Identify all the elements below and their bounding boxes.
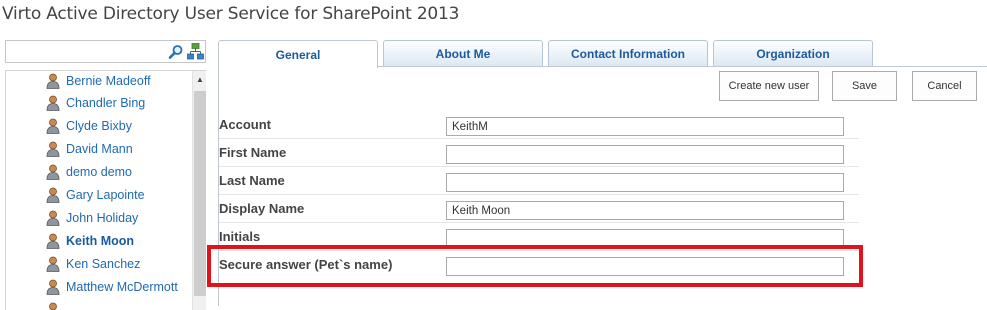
user-list-item-selected[interactable]: Keith Moon [46, 231, 134, 251]
form-row-account: Account [219, 111, 859, 139]
form-row-secure-answer: Secure answer (Pet`s name) [219, 251, 859, 279]
user-list-scrollbar[interactable]: ▲ [192, 71, 206, 310]
user-icon [46, 141, 60, 157]
form-row-first-name: First Name [219, 139, 859, 167]
page-title: Virto Active Directory User Service for … [2, 4, 460, 24]
user-icon [46, 187, 60, 203]
user-icon [46, 279, 60, 295]
user-icon [46, 233, 60, 249]
tab-label: General [275, 47, 321, 62]
user-name: Matthew McDermott [66, 280, 178, 294]
user-list-item[interactable]: Gary Lapointe [46, 185, 145, 205]
user-icon [46, 73, 60, 89]
secure-answer-label: Secure answer (Pet`s name) [219, 257, 393, 272]
scroll-thumb[interactable] [194, 91, 206, 296]
user-list-item[interactable]: Matthew McDermott [46, 277, 178, 297]
tab-organization[interactable]: Organization [713, 40, 873, 67]
user-list-item[interactable]: Clyde Bixby [46, 116, 132, 136]
user-list-item[interactable] [46, 300, 66, 310]
form-row-initials: Initials [219, 223, 859, 251]
form-row-display-name: Display Name [219, 195, 859, 223]
search-input[interactable] [6, 41, 156, 62]
display-name-field[interactable] [446, 201, 844, 220]
user-name: Gary Lapointe [66, 188, 145, 202]
user-list-item[interactable]: demo demo [46, 162, 132, 182]
save-button[interactable]: Save [832, 71, 897, 101]
user-name: John Holiday [66, 211, 139, 225]
search-icon[interactable] [168, 44, 184, 60]
first-name-label: First Name [219, 145, 287, 160]
user-icon [46, 210, 60, 226]
tab-general[interactable]: General [218, 40, 378, 68]
initials-field[interactable] [446, 229, 844, 248]
user-list-item[interactable]: David Mann [46, 139, 133, 159]
user-list: Bernie Madeoff Chandler Bing Clyde Bixby… [5, 70, 206, 310]
tab-about-me[interactable]: About Me [383, 40, 543, 67]
user-name: Clyde Bixby [66, 119, 132, 133]
last-name-label: Last Name [219, 173, 285, 188]
first-name-field[interactable] [446, 145, 844, 164]
user-name: Keith Moon [66, 234, 135, 248]
initials-label: Initials [219, 229, 261, 244]
user-list-item[interactable]: Bernie Madeoff [46, 71, 151, 91]
org-tree-icon[interactable] [187, 43, 204, 60]
form-row-last-name: Last Name [219, 167, 859, 195]
cancel-button[interactable]: Cancel [912, 71, 977, 101]
create-new-user-button[interactable]: Create new user [719, 71, 819, 101]
account-label: Account [219, 117, 271, 132]
user-icon [46, 118, 60, 134]
user-list-item[interactable]: John Holiday [46, 208, 138, 228]
tab-label: Contact Information [571, 47, 685, 61]
search-box [5, 40, 206, 63]
user-icon [46, 164, 60, 180]
secure-answer-field[interactable] [446, 257, 844, 276]
tab-contact-information[interactable]: Contact Information [548, 40, 708, 67]
scroll-up-arrow-icon[interactable]: ▲ [193, 73, 206, 87]
user-list-item[interactable]: Chandler Bing [46, 93, 145, 113]
user-icon [46, 302, 60, 310]
user-list-item[interactable]: Ken Sanchez [46, 254, 140, 274]
account-field[interactable] [446, 117, 844, 136]
user-name: David Mann [66, 142, 133, 156]
user-name: Ken Sanchez [66, 257, 141, 271]
user-name: Chandler Bing [66, 96, 146, 110]
user-icon [46, 95, 60, 111]
last-name-field[interactable] [446, 173, 844, 192]
tab-label: About Me [435, 47, 491, 61]
tab-label: Organization [756, 47, 830, 61]
user-name: Bernie Madeoff [66, 74, 151, 88]
user-name: demo demo [66, 165, 133, 179]
user-icon [46, 256, 60, 272]
display-name-label: Display Name [219, 201, 305, 216]
